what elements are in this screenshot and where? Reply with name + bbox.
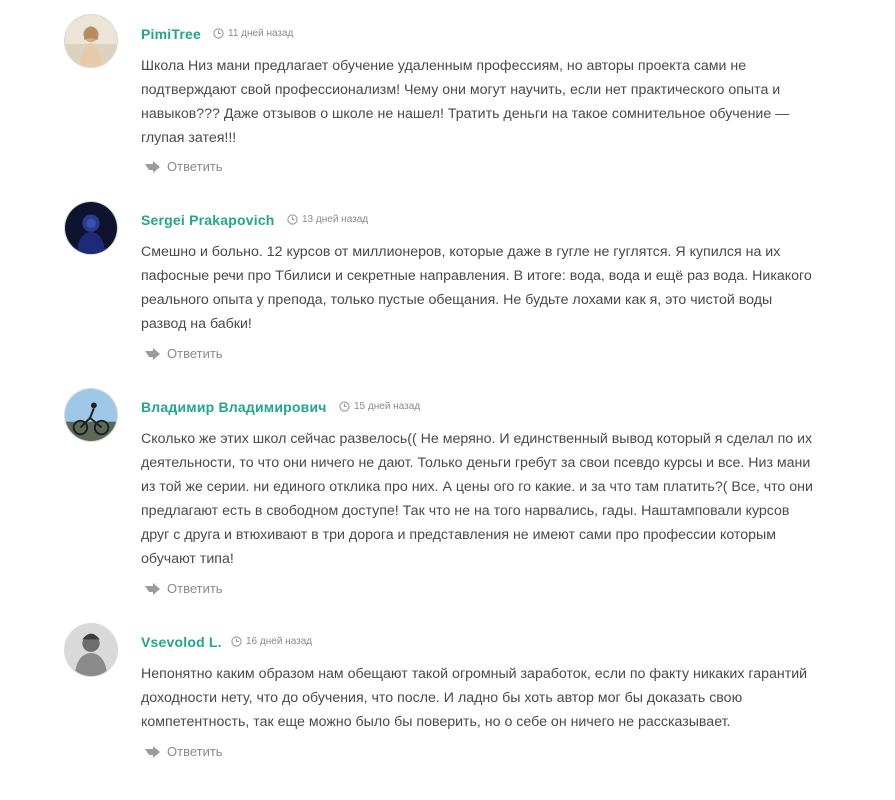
reply-label: Ответить: [167, 744, 223, 759]
comment-date[interactable]: 16 дней назад: [231, 636, 312, 647]
reply-label: Ответить: [167, 581, 223, 596]
avatar[interactable]: [64, 201, 118, 255]
comment-date-text: 16 дней назад: [246, 636, 313, 647]
avatar[interactable]: [64, 388, 118, 442]
comment-text: Смешно и больно. 12 курсов от миллионеро…: [141, 244, 812, 332]
reply-button[interactable]: Ответить: [144, 581, 223, 596]
comment-date[interactable]: 13 дней назад: [287, 214, 368, 225]
reply-label: Ответить: [167, 159, 223, 174]
clock-icon: [213, 28, 224, 39]
comment-date-text: 13 дней назад: [302, 214, 369, 225]
reply-label: Ответить: [167, 346, 223, 361]
reply-button[interactable]: Ответить: [144, 346, 223, 361]
comment-text: Школа Низ мани предлагает обучение удале…: [141, 58, 790, 146]
reply-arrow-icon: [145, 745, 160, 758]
comment-text: Сколько же этих школ сейчас развелось(( …: [141, 431, 813, 567]
avatar[interactable]: [64, 14, 118, 68]
reply-button[interactable]: Ответить: [144, 159, 223, 174]
clock-icon: [231, 636, 242, 647]
comment-date-text: 15 дней назад: [354, 401, 421, 412]
comment-author[interactable]: Vsevolod L.: [141, 634, 222, 650]
comment-date-text: 11 дней назад: [228, 28, 294, 39]
comment-date[interactable]: 11 дней назад: [213, 28, 293, 39]
comment-author[interactable]: Sergei Prakapovich: [141, 212, 275, 228]
comment-text: Непонятно каким образом нам обещают тако…: [141, 666, 808, 730]
clock-icon: [287, 214, 298, 225]
comment-author[interactable]: PimiTree: [141, 26, 201, 42]
reply-arrow-icon: [145, 347, 160, 360]
reply-button[interactable]: Ответить: [144, 744, 223, 759]
comment-date[interactable]: 15 дней назад: [339, 401, 420, 412]
comment-author[interactable]: Владимир Владимирович: [141, 399, 327, 415]
clock-icon: [339, 401, 350, 412]
avatar[interactable]: [64, 623, 118, 677]
reply-arrow-icon: [145, 582, 160, 595]
reply-arrow-icon: [145, 160, 160, 173]
